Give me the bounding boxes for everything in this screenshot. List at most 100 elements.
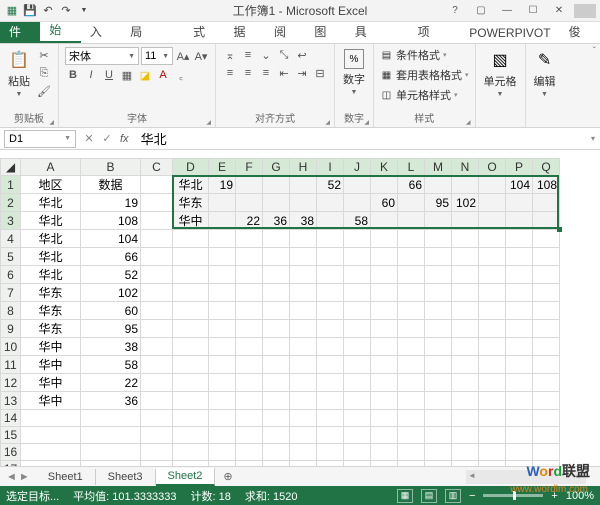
cell[interactable] (263, 356, 290, 374)
sheet-tab[interactable]: Sheet1 (36, 469, 96, 485)
cell[interactable] (398, 320, 425, 338)
font-color-icon[interactable]: A (155, 67, 171, 83)
cell[interactable] (209, 392, 236, 410)
cell[interactable] (398, 266, 425, 284)
column-header[interactable]: F (236, 159, 263, 176)
cell[interactable] (344, 284, 371, 302)
row-header[interactable]: 4 (1, 230, 21, 248)
cell[interactable] (425, 212, 452, 230)
cell[interactable] (209, 248, 236, 266)
cell[interactable] (141, 444, 173, 461)
cell[interactable] (452, 320, 479, 338)
cell[interactable] (479, 284, 506, 302)
cell[interactable] (290, 392, 317, 410)
cell[interactable]: 38 (290, 212, 317, 230)
view-pagebreak-icon[interactable]: ▥ (445, 489, 461, 503)
cell[interactable] (236, 356, 263, 374)
cell[interactable]: 58 (344, 212, 371, 230)
cell[interactable] (141, 427, 173, 444)
cell[interactable] (452, 230, 479, 248)
column-header[interactable]: G (263, 159, 290, 176)
bold-icon[interactable]: B (65, 67, 81, 83)
select-all-corner[interactable]: ◢ (1, 159, 21, 176)
cell[interactable] (425, 230, 452, 248)
cell-styles-button[interactable]: ◫单元格样式 ▾ (380, 87, 469, 103)
cell[interactable] (173, 248, 209, 266)
cell[interactable] (263, 320, 290, 338)
cell[interactable]: 华东 (21, 302, 81, 320)
cell[interactable] (290, 444, 317, 461)
column-header[interactable]: Q (533, 159, 560, 176)
cell[interactable] (398, 427, 425, 444)
cell[interactable] (236, 392, 263, 410)
cell[interactable] (425, 248, 452, 266)
cell[interactable]: 华北 (21, 266, 81, 284)
cell[interactable] (209, 374, 236, 392)
cell[interactable] (263, 427, 290, 444)
align-left-icon[interactable]: ≡ (222, 65, 238, 81)
cell[interactable] (506, 374, 533, 392)
row-header[interactable]: 5 (1, 248, 21, 266)
cell[interactable] (317, 338, 344, 356)
cell[interactable] (173, 284, 209, 302)
cell[interactable] (141, 230, 173, 248)
cell[interactable] (479, 212, 506, 230)
cell[interactable] (236, 338, 263, 356)
column-header[interactable]: C (141, 159, 173, 176)
cell[interactable] (317, 356, 344, 374)
cell[interactable] (263, 392, 290, 410)
cell[interactable] (290, 230, 317, 248)
indent-dec-icon[interactable]: ⇤ (276, 65, 292, 81)
cell[interactable] (452, 410, 479, 427)
cell[interactable] (371, 212, 398, 230)
align-center-icon[interactable]: ≡ (240, 65, 256, 81)
cell[interactable]: 108 (81, 212, 141, 230)
cell[interactable] (209, 356, 236, 374)
cell[interactable] (344, 176, 371, 194)
cell[interactable] (141, 338, 173, 356)
cell[interactable] (236, 444, 263, 461)
column-header[interactable]: O (479, 159, 506, 176)
cell[interactable] (425, 392, 452, 410)
cell[interactable] (290, 410, 317, 427)
worksheet-grid[interactable]: ◢ABCDEFGHIJKLMNOPQ 1地区数据华北1952661041082华… (0, 158, 600, 478)
row-header[interactable]: 11 (1, 356, 21, 374)
cell[interactable] (344, 427, 371, 444)
cell[interactable]: 36 (81, 392, 141, 410)
cell[interactable] (209, 194, 236, 212)
close-icon[interactable]: ✕ (548, 4, 570, 18)
cell[interactable] (209, 320, 236, 338)
cell[interactable] (425, 427, 452, 444)
cell[interactable] (425, 410, 452, 427)
cell[interactable] (209, 212, 236, 230)
cell[interactable]: 华北 (21, 248, 81, 266)
cell[interactable]: 地区 (21, 176, 81, 194)
column-header[interactable]: L (398, 159, 425, 176)
cell[interactable] (263, 194, 290, 212)
cell[interactable] (141, 212, 173, 230)
row-header[interactable]: 8 (1, 302, 21, 320)
cancel-icon[interactable]: ✕ (80, 132, 98, 145)
cell[interactable] (398, 194, 425, 212)
cell[interactable] (344, 320, 371, 338)
cell[interactable] (506, 338, 533, 356)
cell[interactable] (173, 374, 209, 392)
cell[interactable] (290, 176, 317, 194)
cell[interactable] (398, 230, 425, 248)
align-top-icon[interactable]: ⌅ (222, 47, 238, 63)
cell[interactable]: 华中 (21, 392, 81, 410)
column-header[interactable]: H (290, 159, 317, 176)
cell[interactable] (425, 374, 452, 392)
cell[interactable] (290, 248, 317, 266)
cell[interactable]: 108 (533, 176, 560, 194)
cell[interactable] (371, 248, 398, 266)
cell[interactable] (398, 356, 425, 374)
save-icon[interactable]: 💾 (22, 3, 38, 19)
cell[interactable] (452, 427, 479, 444)
cell[interactable]: 102 (452, 194, 479, 212)
cell[interactable] (479, 338, 506, 356)
cell[interactable] (141, 320, 173, 338)
cell[interactable] (236, 410, 263, 427)
cell[interactable] (425, 266, 452, 284)
cell[interactable]: 华东 (21, 320, 81, 338)
